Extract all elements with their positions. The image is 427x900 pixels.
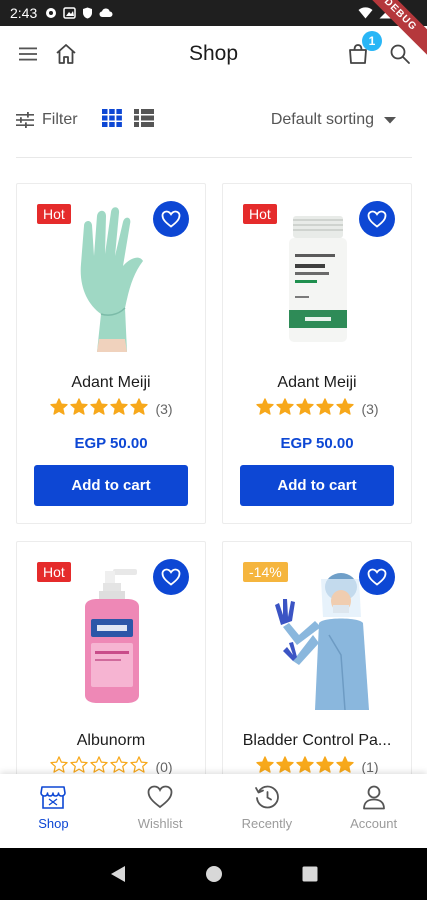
bottom-navigation: Shop Wishlist Recently Account bbox=[0, 774, 427, 848]
search-icon[interactable] bbox=[386, 40, 414, 68]
product-name[interactable]: Bladder Control Pa... bbox=[231, 732, 403, 750]
review-count: (1) bbox=[361, 759, 379, 775]
product-rating: (3) bbox=[223, 398, 411, 420]
product-badge: -14% bbox=[243, 562, 288, 582]
heart-icon bbox=[161, 568, 181, 586]
app-bar: Shop 1 bbox=[0, 26, 427, 82]
product-rating: (3) bbox=[17, 398, 205, 420]
heart-icon bbox=[161, 210, 181, 228]
home-button-icon[interactable] bbox=[205, 865, 223, 883]
review-count: (0) bbox=[155, 759, 173, 775]
product-card[interactable]: Hot Adant Meiji (3) EGP 50.00 Add to car… bbox=[16, 183, 206, 524]
wifi-icon bbox=[358, 7, 373, 19]
status-bar: 2:43 DEBUG bbox=[0, 0, 427, 61]
list-view-icon[interactable] bbox=[133, 108, 154, 132]
shop-icon bbox=[40, 786, 67, 809]
person-icon bbox=[362, 785, 385, 810]
nav-label: Shop bbox=[38, 816, 69, 831]
wishlist-button[interactable] bbox=[153, 559, 189, 595]
product-name[interactable]: Adant Meiji bbox=[25, 374, 197, 392]
settings-icon bbox=[46, 8, 57, 18]
product-name[interactable]: Adant Meiji bbox=[231, 374, 403, 392]
history-icon bbox=[254, 785, 279, 809]
product-price: EGP 50.00 bbox=[74, 435, 148, 452]
recents-icon[interactable] bbox=[302, 866, 318, 882]
product-badge: Hot bbox=[37, 204, 71, 224]
nav-item-wishlist[interactable]: Wishlist bbox=[107, 774, 214, 848]
caret-down-icon bbox=[384, 116, 396, 123]
add-to-cart-button[interactable]: Add to cart bbox=[240, 465, 394, 506]
nav-label: Wishlist bbox=[137, 816, 183, 831]
filter-label: Filter bbox=[42, 111, 78, 128]
wishlist-button[interactable] bbox=[359, 201, 395, 237]
wishlist-button[interactable] bbox=[153, 201, 189, 237]
sort-dropdown[interactable]: Default sorting bbox=[271, 111, 396, 129]
filter-button[interactable]: Filter bbox=[16, 111, 78, 129]
cloud-icon bbox=[99, 8, 113, 17]
menu-icon[interactable] bbox=[14, 40, 42, 68]
filter-sliders-icon bbox=[16, 112, 34, 128]
heart-icon bbox=[367, 568, 387, 586]
nav-item-recently[interactable]: Recently bbox=[214, 774, 321, 848]
review-count: (3) bbox=[361, 401, 379, 417]
home-icon[interactable] bbox=[52, 40, 80, 68]
nav-label: Recently bbox=[241, 816, 293, 831]
cart-button[interactable]: 1 bbox=[344, 31, 382, 68]
nav-label: Account bbox=[350, 816, 398, 831]
grid-view-icon[interactable] bbox=[101, 108, 122, 132]
product-badge: Hot bbox=[37, 562, 71, 582]
status-time: 2:43 bbox=[10, 5, 38, 21]
product-card[interactable]: Hot Adant Meiji (3) EGP 50.00 Add to car… bbox=[222, 183, 412, 524]
heart-icon bbox=[367, 210, 387, 228]
nav-item-shop[interactable]: Shop bbox=[0, 774, 107, 848]
toolbar-divider bbox=[16, 157, 412, 158]
system-navigation-bar bbox=[0, 848, 427, 900]
nav-item-account[interactable]: Account bbox=[320, 774, 427, 848]
back-icon[interactable] bbox=[110, 865, 126, 883]
add-to-cart-button[interactable]: Add to cart bbox=[34, 465, 188, 506]
sort-label: Default sorting bbox=[270, 111, 374, 128]
review-count: (3) bbox=[155, 401, 173, 417]
wishlist-button[interactable] bbox=[359, 559, 395, 595]
product-badge: Hot bbox=[243, 204, 277, 224]
gallery-icon bbox=[63, 7, 76, 19]
heart-icon bbox=[147, 785, 173, 809]
shop-toolbar: Filter Default sorting bbox=[16, 100, 412, 140]
shield-icon bbox=[83, 7, 93, 19]
star-rating-icon bbox=[255, 398, 355, 420]
product-price: EGP 50.00 bbox=[280, 435, 354, 452]
cart-count-badge: 1 bbox=[362, 31, 382, 51]
star-rating-icon bbox=[49, 398, 149, 420]
product-name[interactable]: Albunorm bbox=[25, 732, 197, 750]
